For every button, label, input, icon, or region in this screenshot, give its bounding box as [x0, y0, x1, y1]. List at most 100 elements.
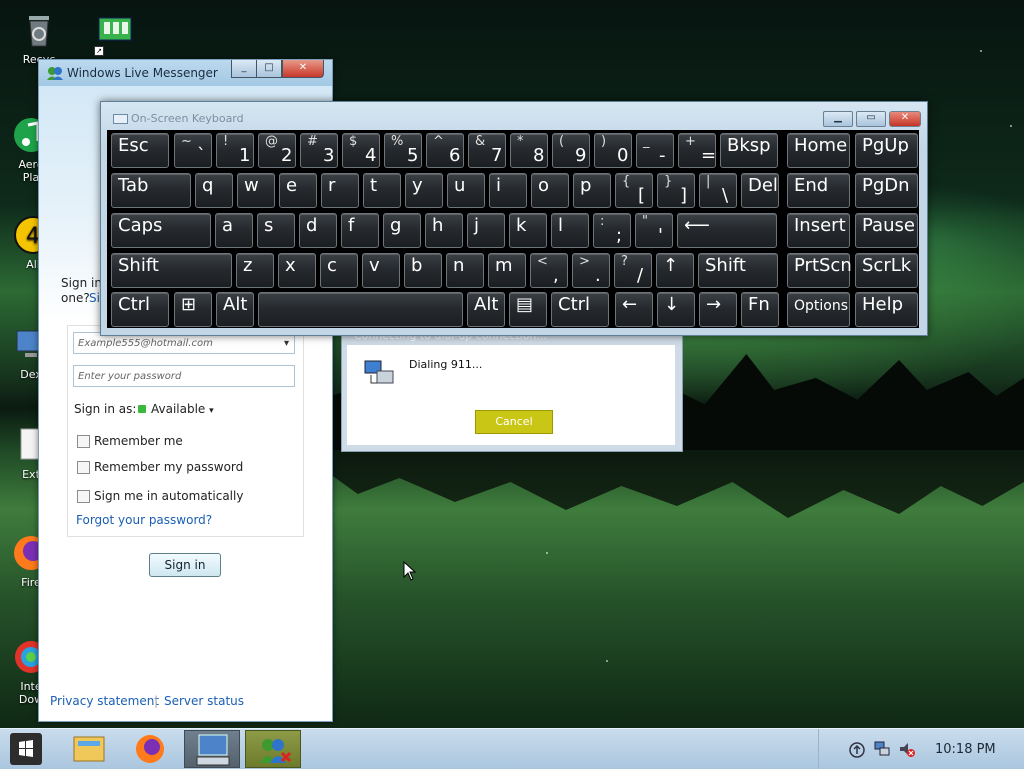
key-k[interactable]: k [509, 213, 547, 248]
status-dropdown[interactable]: Available ▾ [151, 402, 214, 416]
key-y[interactable]: y [405, 173, 443, 208]
remember-me-checkbox[interactable] [77, 435, 90, 448]
volume-muted-icon[interactable] [898, 740, 916, 758]
key-c[interactable]: c [320, 253, 358, 288]
key-fn[interactable]: Fn [741, 292, 779, 327]
sign-in-automatically-checkbox[interactable] [77, 490, 90, 503]
key-w[interactable]: w [237, 173, 275, 208]
taskbar-on-screen-keyboard[interactable] [184, 730, 240, 768]
key-t[interactable]: t [363, 173, 401, 208]
key-pgup[interactable]: PgUp [855, 133, 918, 168]
key-z[interactable]: z [236, 253, 274, 288]
key-p[interactable]: p [573, 173, 611, 208]
key-bksp[interactable]: Bksp [720, 133, 778, 168]
key-del[interactable]: Del [741, 173, 779, 208]
sign-up-link[interactable]: Si [89, 291, 100, 305]
key-options[interactable]: Options [787, 292, 850, 327]
key-down[interactable]: ↓ [657, 292, 695, 327]
key-pause[interactable]: Pause [855, 213, 918, 248]
key-l[interactable]: l [551, 213, 589, 248]
network-icon[interactable] [873, 740, 891, 758]
key-backslash[interactable]: | \ [699, 173, 737, 208]
key-=[interactable]: + = [678, 133, 716, 168]
key-esc[interactable]: Esc [111, 133, 169, 168]
taskbar-firefox[interactable] [122, 730, 178, 768]
osk-titlebar[interactable]: On-Screen Keyboard [101, 102, 927, 129]
key-prtscn[interactable]: PrtScn [787, 253, 852, 288]
key-help[interactable]: Help [855, 292, 918, 327]
taskbar-explorer[interactable] [62, 730, 118, 768]
key-9[interactable]: (9 [552, 133, 590, 168]
key-d[interactable]: d [299, 213, 337, 248]
key-b[interactable]: b [404, 253, 442, 288]
key-/[interactable]: ? / [614, 253, 652, 288]
close-button[interactable]: ✕ [282, 60, 324, 78]
key-i[interactable]: i [489, 173, 527, 208]
maximize-button[interactable]: □ [256, 60, 282, 78]
key-left[interactable]: ← [615, 292, 653, 327]
key-'[interactable]: " ' [635, 213, 673, 248]
key-shift[interactable]: Shift [698, 253, 778, 288]
key-tab[interactable]: Tab [111, 173, 191, 208]
key-j[interactable]: j [467, 213, 505, 248]
key-e[interactable]: e [279, 173, 317, 208]
key-5[interactable]: % 5 [384, 133, 422, 168]
key-alt[interactable]: Alt [216, 292, 254, 327]
key-[[interactable]: {[ [615, 173, 653, 208]
password-field[interactable]: Enter your password [73, 365, 295, 387]
key-enter[interactable]: ⟵ [677, 213, 777, 248]
privacy-statement-link[interactable]: Privacy statement [50, 694, 159, 708]
key-][interactable]: }] [657, 173, 695, 208]
key-x[interactable]: x [278, 253, 316, 288]
key-8[interactable]: * 8 [510, 133, 548, 168]
key-.[interactable]: >. [572, 253, 610, 288]
key-m[interactable]: m [488, 253, 526, 288]
taskbar-messenger[interactable] [245, 730, 301, 768]
key-end[interactable]: End [787, 173, 850, 208]
key-ctrl[interactable]: Ctrl [551, 292, 609, 327]
sign-in-button[interactable]: Sign in [149, 553, 221, 577]
key-scrlk[interactable]: ScrLk [855, 253, 918, 288]
key-g[interactable]: g [383, 213, 421, 248]
action-center-icon[interactable] [848, 741, 866, 759]
key-space[interactable] [258, 292, 463, 327]
key-r[interactable]: r [321, 173, 359, 208]
key-o[interactable]: o [531, 173, 569, 208]
key-home[interactable]: Home [787, 133, 850, 168]
desktop-icon-network[interactable]: ↗ [80, 10, 150, 56]
key-caps[interactable]: Caps [111, 213, 211, 248]
key-menu[interactable]: ▤ [509, 292, 547, 327]
maximize-button[interactable]: ▭ [856, 111, 886, 127]
key-a[interactable]: a [215, 213, 253, 248]
key-4[interactable]: $4 [342, 133, 380, 168]
key-2[interactable]: @2 [258, 133, 296, 168]
key-;[interactable]: :; [593, 213, 631, 248]
chevron-down-icon[interactable]: ▾ [284, 333, 289, 355]
minimize-button[interactable]: _ [231, 60, 257, 78]
key-n[interactable]: n [446, 253, 484, 288]
key-pgdn[interactable]: PgDn [855, 173, 918, 208]
key-0[interactable]: ) 0 [594, 133, 632, 168]
start-button[interactable] [10, 733, 42, 765]
key-h[interactable]: h [425, 213, 463, 248]
desktop-icon-recycle-bin[interactable]: Recyc [4, 10, 74, 66]
forgot-password-link[interactable]: Forgot your password? [76, 513, 212, 527]
key-windows[interactable]: ⊞ [174, 292, 212, 327]
key-7[interactable]: & 7 [468, 133, 506, 168]
minimize-button[interactable]: ▁ [823, 111, 853, 127]
key-s[interactable]: s [257, 213, 295, 248]
key-insert[interactable]: Insert [787, 213, 850, 248]
key-v[interactable]: v [362, 253, 400, 288]
key-up[interactable]: ↑ [656, 253, 694, 288]
key-3[interactable]: #3 [300, 133, 338, 168]
cancel-button[interactable]: Cancel [475, 410, 553, 434]
key-u[interactable]: u [447, 173, 485, 208]
key-6[interactable]: ^ 6 [426, 133, 464, 168]
key--[interactable]: _ - [636, 133, 674, 168]
key-shift[interactable]: Shift [111, 253, 232, 288]
key-f[interactable]: f [341, 213, 379, 248]
key-1[interactable]: ! 1 [216, 133, 254, 168]
remember-password-checkbox[interactable] [77, 461, 90, 474]
server-status-link[interactable]: Server status [164, 694, 244, 708]
close-button[interactable]: ✕ [889, 111, 921, 127]
